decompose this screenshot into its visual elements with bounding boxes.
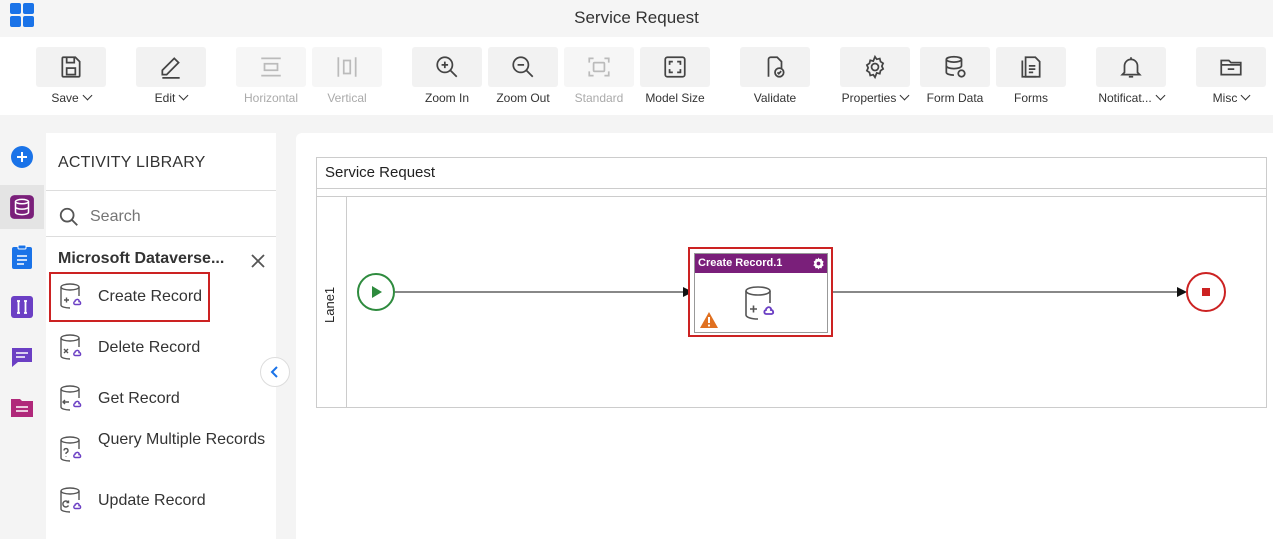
selection-highlight	[49, 272, 210, 322]
title-bar: Service Request	[0, 0, 1273, 37]
library-title: ACTIVITY LIBRARY	[58, 154, 206, 171]
chat-icon	[12, 348, 32, 367]
search-icon	[59, 207, 78, 226]
zoom-out-icon	[488, 47, 558, 87]
folder-icon	[1196, 47, 1266, 87]
rail-tasks[interactable]	[0, 235, 44, 279]
folder-icon	[11, 399, 33, 417]
forms-label: Forms	[1014, 91, 1048, 105]
warning-icon	[700, 312, 718, 328]
horizontal-icon	[236, 47, 306, 87]
standard-icon	[564, 47, 634, 87]
chevron-down-icon	[178, 90, 189, 101]
left-rail	[0, 133, 44, 539]
bell-icon	[1096, 47, 1166, 87]
chevron-left-icon	[270, 366, 278, 378]
pencil-icon	[136, 47, 206, 87]
variables-icon	[11, 296, 33, 318]
library-item-query-multiple-records[interactable]: Query Multiple Records	[46, 425, 276, 475]
chevron-down-icon	[1240, 90, 1251, 101]
forms-icon	[996, 47, 1066, 87]
library-search-input[interactable]	[90, 206, 260, 228]
gear-icon	[840, 47, 910, 87]
properties-label: Properties	[841, 91, 897, 105]
validate-label: Validate	[753, 91, 797, 105]
divider	[317, 196, 1266, 197]
start-event[interactable]	[357, 273, 395, 311]
library-group-title: Microsoft Dataverse...	[58, 250, 225, 267]
library-item-label: Query Multiple Records	[98, 431, 266, 448]
edit-label: Edit	[154, 91, 176, 105]
notifications-label: Notificat...	[1098, 91, 1152, 105]
lane-title: Lane1	[322, 286, 337, 323]
save-label: Save	[51, 91, 79, 105]
rail-forms[interactable]	[0, 385, 44, 429]
create-record-icon	[745, 286, 775, 320]
database-icon	[920, 47, 990, 87]
task-title: Create Record.1	[698, 257, 783, 269]
collapse-panel-button[interactable]	[260, 357, 290, 387]
divider	[46, 236, 276, 237]
activity-library-panel: ACTIVITY LIBRARY Microsoft Dataverse... …	[46, 133, 276, 539]
divider	[46, 190, 276, 191]
rail-data[interactable]	[0, 185, 44, 229]
end-event[interactable]	[1186, 272, 1226, 312]
divider	[317, 188, 1266, 189]
rail-add[interactable]	[0, 135, 44, 179]
query-records-icon	[60, 436, 82, 462]
rail-messages[interactable]	[0, 335, 44, 379]
rail-variables[interactable]	[0, 285, 44, 329]
plus-circle-icon	[11, 146, 33, 168]
divider	[346, 197, 347, 407]
get-record-icon	[60, 385, 82, 411]
delete-record-icon	[60, 334, 82, 360]
close-icon[interactable]	[249, 252, 267, 270]
library-item-label: Update Record	[98, 492, 206, 509]
task-create-record[interactable]: Create Record.1	[688, 247, 833, 337]
save-icon	[36, 47, 106, 87]
misc-label: Misc	[1212, 91, 1238, 105]
pool-title: Service Request	[325, 164, 436, 181]
model-size-icon	[640, 47, 710, 87]
vertical-label: Vertical	[327, 91, 367, 105]
model-size-label: Model Size	[645, 91, 705, 105]
vertical-icon	[312, 47, 382, 87]
library-item-label: Get Record	[98, 390, 180, 407]
library-item-get-record[interactable]: Get Record	[46, 374, 276, 424]
chevron-down-icon	[1155, 90, 1166, 101]
gear-icon[interactable]	[812, 257, 825, 270]
task-body: Create Record.1	[694, 253, 828, 333]
window-title: Service Request	[574, 8, 699, 27]
validate-icon	[740, 47, 810, 87]
zoom-in-icon	[412, 47, 482, 87]
chevron-down-icon	[82, 90, 93, 101]
library-item-label: Delete Record	[98, 339, 201, 356]
update-record-icon	[60, 487, 82, 513]
task-header: Create Record.1	[695, 254, 827, 273]
library-item-delete-record[interactable]: Delete Record	[46, 323, 276, 373]
clipboard-icon	[12, 244, 32, 269]
database-icon	[10, 195, 34, 219]
library-item-update-record[interactable]: Update Record	[46, 476, 276, 526]
